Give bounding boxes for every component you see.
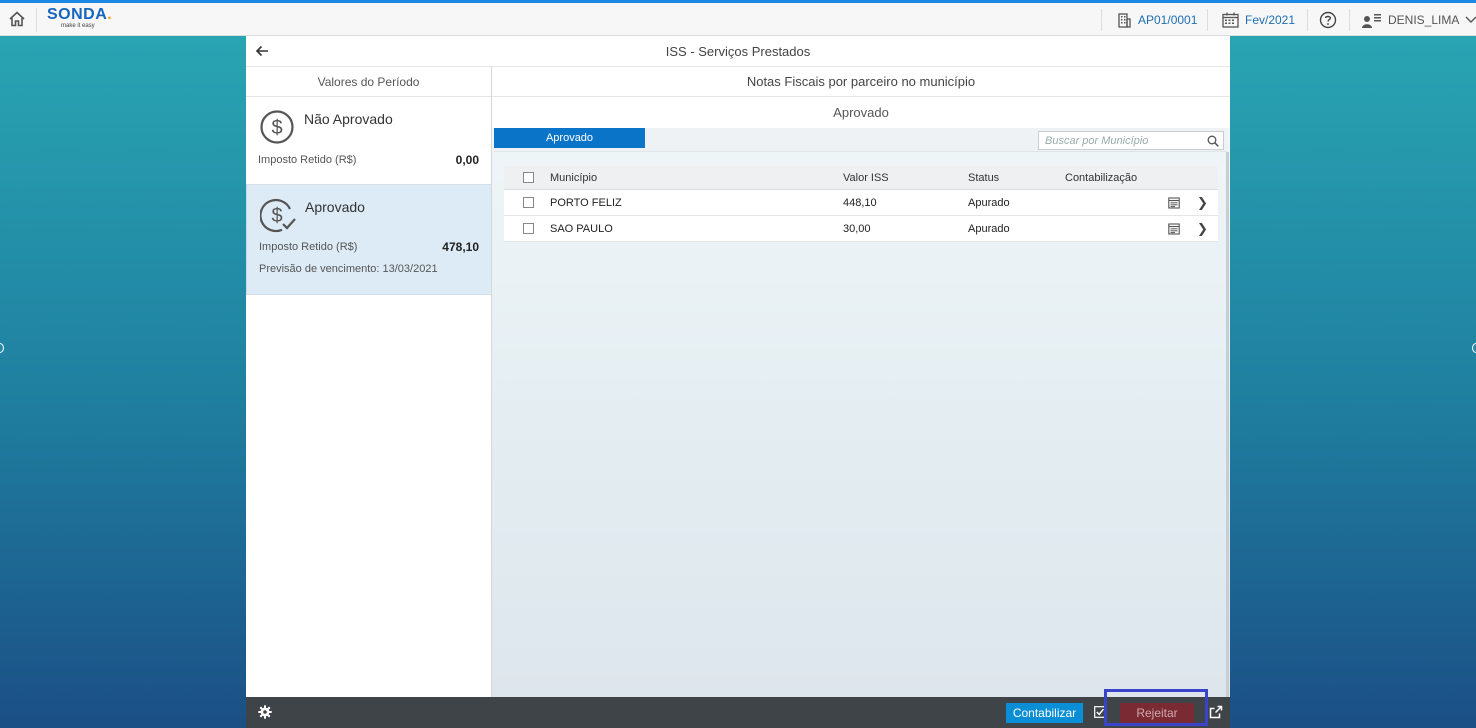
detail-footer-toolbar: Contabilizar Rejeitar xyxy=(492,689,1230,728)
master-item-title: Não Aprovado xyxy=(304,111,393,127)
municipio-table: Município Valor ISS Status Contabilizaçã… xyxy=(504,166,1218,242)
column-header-status[interactable]: Status xyxy=(968,166,999,189)
row-checkbox[interactable] xyxy=(523,197,534,208)
svg-text:$: $ xyxy=(271,117,282,139)
back-arrow-icon[interactable] xyxy=(255,44,269,58)
search-icon[interactable] xyxy=(1207,135,1219,147)
shell-divider xyxy=(1307,9,1308,31)
master-item-value: 0,00 xyxy=(455,153,479,167)
chevron-right-icon[interactable]: ❯ xyxy=(1197,221,1208,237)
cell-valor-iss: 448,10 xyxy=(843,196,877,209)
document-icon[interactable] xyxy=(1168,196,1180,209)
logo-divider xyxy=(36,8,37,32)
share-icon[interactable] xyxy=(1209,705,1223,719)
shell-divider xyxy=(1207,9,1208,31)
cell-status: Apurado xyxy=(968,222,1010,235)
logo-tagline: make it easy xyxy=(61,23,95,29)
shell-divider xyxy=(1349,9,1350,31)
company-code: AP01/0001 xyxy=(1138,12,1198,27)
column-header-municipio[interactable]: Município xyxy=(550,166,597,189)
help-button[interactable] xyxy=(1319,3,1337,36)
logo-dot: . xyxy=(107,6,113,23)
rejeitar-button[interactable]: Rejeitar xyxy=(1120,703,1194,723)
vertical-scrollbar[interactable] xyxy=(1226,152,1229,697)
document-icon[interactable] xyxy=(1168,222,1180,235)
column-header-valor-iss[interactable]: Valor ISS xyxy=(843,166,889,189)
building-icon xyxy=(1118,12,1131,28)
dollar-circle-icon: $ xyxy=(260,110,294,144)
master-item-label: Imposto Retido (R$) xyxy=(259,241,358,253)
logo-text: SONDA xyxy=(47,6,108,23)
home-icon[interactable] xyxy=(8,10,26,28)
master-title: Valores do Período xyxy=(246,67,491,97)
master-item-title: Aprovado xyxy=(305,199,365,215)
search-input[interactable] xyxy=(1039,132,1199,149)
master-footer xyxy=(246,697,492,728)
select-all-checkbox[interactable] xyxy=(523,172,534,183)
detail-title: Notas Fiscais por parceiro no município xyxy=(492,67,1230,97)
section-title: Aprovado xyxy=(492,97,1230,128)
search-field[interactable] xyxy=(1038,131,1224,150)
detail-panel: Notas Fiscais por parceiro no município … xyxy=(492,67,1230,697)
master-list: Valores do Período $ Não Aprovado Impost… xyxy=(246,67,492,697)
period-selector[interactable]: Fev/2021 xyxy=(1222,3,1295,36)
chevron-right-icon[interactable]: ❯ xyxy=(1197,195,1208,211)
period-label: Fev/2021 xyxy=(1245,12,1296,27)
user-icon xyxy=(1362,13,1381,28)
tab-bar: Aprovado xyxy=(494,128,1227,152)
contabilizar-button[interactable]: Contabilizar xyxy=(1006,703,1083,723)
user-name: DENIS_LIMA xyxy=(1388,12,1460,27)
master-item-due-date: Previsão de vencimento: 13/03/2021 xyxy=(259,263,438,275)
left-edge-handle xyxy=(0,343,4,353)
master-item-label: Imposto Retido (R$) xyxy=(258,154,357,166)
table-row[interactable]: SAO PAULO 30,00 Apurado ❯ xyxy=(504,216,1218,242)
help-icon xyxy=(1319,11,1337,28)
calendar-icon xyxy=(1222,12,1239,28)
shell-divider xyxy=(1101,9,1102,31)
company-selector[interactable]: AP01/0001 xyxy=(1116,3,1197,36)
master-item-value: 478,10 xyxy=(442,240,479,254)
cell-municipio: SAO PAULO xyxy=(550,222,613,235)
shell-bar: SONDA. make it easy AP01/0001 Fev/2021 D… xyxy=(0,0,1476,36)
master-item-aprovado[interactable]: $ Aprovado Imposto Retido (R$) 478,10 Pr… xyxy=(246,185,491,295)
master-item-nao-aprovado[interactable]: $ Não Aprovado Imposto Retido (R$) 0,00 xyxy=(246,97,491,185)
column-header-contabilizacao[interactable]: Contabilização xyxy=(1065,166,1137,189)
svg-text:$: $ xyxy=(271,205,282,227)
table-row[interactable]: PORTO FELIZ 448,10 Apurado ❯ xyxy=(504,190,1218,216)
user-menu[interactable]: DENIS_LIMA xyxy=(1362,3,1476,36)
sonda-logo[interactable]: SONDA. make it easy xyxy=(47,7,112,30)
gear-icon[interactable] xyxy=(258,705,272,719)
app-header: ISS - Serviços Prestados xyxy=(246,36,1230,67)
chevron-down-icon xyxy=(1465,16,1476,23)
cell-valor-iss: 30,00 xyxy=(843,222,871,235)
app-container: ISS - Serviços Prestados Valores do Perí… xyxy=(246,36,1230,728)
right-edge-handle xyxy=(1472,343,1476,353)
row-checkbox[interactable] xyxy=(523,223,534,234)
cell-status: Apurado xyxy=(968,196,1010,209)
dollar-check-icon: $ xyxy=(260,198,296,233)
cell-municipio: PORTO FELIZ xyxy=(550,196,622,209)
table-header: Município Valor ISS Status Contabilizaçã… xyxy=(504,166,1218,190)
tab-aprovado[interactable]: Aprovado xyxy=(494,128,645,148)
app-title: ISS - Serviços Prestados xyxy=(665,43,811,59)
